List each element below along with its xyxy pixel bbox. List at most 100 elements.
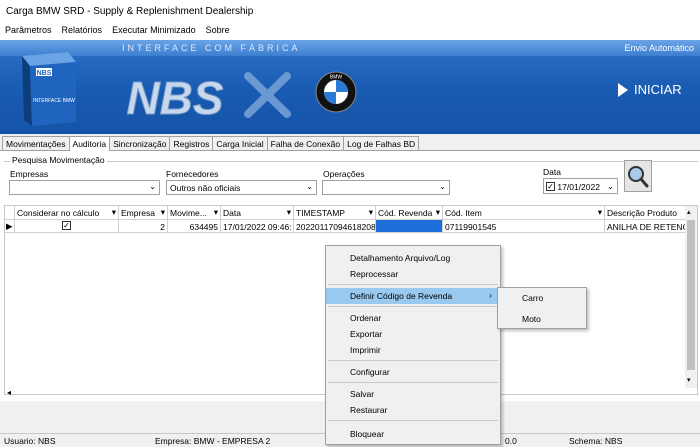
menu-item-label: Definir Código de Revenda: [350, 291, 453, 301]
col-cod-item[interactable]: Cód. Item ▾: [443, 206, 605, 220]
filter-arrow-icon[interactable]: ▾: [369, 207, 373, 218]
cell-timestamp[interactable]: 20220117094618208: [294, 220, 376, 233]
menu-separator: [328, 284, 498, 285]
tab-movimentacoes[interactable]: Movimentações: [2, 136, 70, 150]
filter-arrow-icon[interactable]: ▾: [287, 207, 291, 218]
data-checkbox[interactable]: ✓: [546, 182, 555, 192]
bmw-logo: BMW: [315, 71, 357, 113]
cell-empresa[interactable]: 2: [119, 220, 168, 233]
chevron-down-icon: ⌄: [606, 181, 614, 191]
col-label: Movime...: [170, 208, 207, 218]
box-sub-text: INTERFACE BMW: [33, 98, 75, 104]
nbs-logo-text: NBS: [126, 72, 223, 120]
considerar-checkbox[interactable]: ✓: [15, 220, 119, 233]
tab-auditoria[interactable]: Auditoria: [68, 136, 111, 151]
menu-executar-minimizado[interactable]: Executar Minimizado: [112, 25, 196, 40]
tab-carga-inicial[interactable]: Carga Inicial: [212, 136, 268, 150]
x-icon: [244, 72, 291, 118]
tab-falha-conexao[interactable]: Falha de Conexão: [266, 136, 345, 150]
row-pointer-icon: ▶: [5, 220, 15, 233]
scroll-down-icon[interactable]: ▾: [687, 376, 691, 384]
col-label: Cód. Revenda: [378, 208, 433, 218]
tab-log-falhas-bd[interactable]: Log de Falhas BD: [343, 136, 420, 150]
grid-header: Considerar no cálculo ▾ Empresa ▾ Movime..…: [5, 206, 685, 220]
col-data[interactable]: Data ▾: [221, 206, 294, 220]
col-empresa[interactable]: Empresa ▾: [119, 206, 168, 220]
table-row[interactable]: ▶ ✓ 2 634495 17/01/2022 09:46: 202201170…: [5, 220, 685, 233]
status-empresa: Empresa: BMW - EMPRESA 2: [155, 436, 271, 446]
menu-bar: Parâmetros Relatórios Executar Minimizad…: [0, 22, 700, 40]
tab-registros[interactable]: Registros: [169, 136, 214, 150]
menu-item-detalhamento[interactable]: Detalhamento Arquivo/Log: [326, 250, 500, 266]
col-considerar[interactable]: Considerar no cálculo ▾: [15, 206, 119, 220]
filter-arrow-icon[interactable]: ▾: [161, 207, 165, 218]
cell-descricao[interactable]: ANILHA DE RETENC: [605, 220, 685, 233]
cell-cod-revenda[interactable]: [376, 220, 443, 233]
menu-relatorios[interactable]: Relatórios: [62, 25, 103, 40]
col-timestamp[interactable]: TIMESTAMP ▾: [294, 206, 376, 220]
menu-parametros[interactable]: Parâmetros: [5, 25, 52, 40]
filter-arrow-icon[interactable]: ▾: [598, 207, 602, 218]
col-descricao[interactable]: Descrição Produto: [605, 206, 685, 220]
menu-item-restaurar[interactable]: Restaurar: [326, 402, 500, 418]
pesquisa-label: Pesquisa Movimentação: [10, 155, 107, 165]
col-label: Descrição Produto: [607, 208, 677, 218]
submenu-item-carro[interactable]: Carro: [498, 290, 586, 306]
vertical-scroll-thumb[interactable]: [687, 220, 695, 370]
scroll-left-icon[interactable]: ◂: [7, 388, 11, 397]
data-picker[interactable]: ✓ 17/01/2022 ⌄: [543, 178, 618, 194]
menu-sobre[interactable]: Sobre: [206, 25, 230, 40]
menu-item-definir-codigo-revenda[interactable]: Definir Código de Revenda ›: [326, 288, 500, 304]
search-button[interactable]: [624, 160, 652, 192]
scroll-up-icon[interactable]: ▴: [687, 208, 691, 216]
chevron-down-icon: ⌄: [149, 182, 156, 191]
filter-arrow-icon[interactable]: ▾: [112, 207, 116, 218]
filter-arrow-icon[interactable]: ▾: [214, 207, 218, 218]
menu-separator: [328, 382, 498, 383]
fornecedores-value: Outros não oficiais: [170, 183, 241, 193]
operacoes-label: Operações: [323, 169, 365, 179]
banner-stripe: [0, 40, 700, 56]
cell-movimento[interactable]: 634495: [168, 220, 221, 233]
cell-data[interactable]: 17/01/2022 09:46:: [221, 220, 294, 233]
menu-item-imprimir[interactable]: Imprimir: [326, 342, 500, 358]
col-label: Data: [223, 208, 241, 218]
play-icon: [618, 82, 628, 97]
tab-bar: Movimentações Auditoria Sincronização Re…: [0, 136, 700, 151]
menu-item-bloquear[interactable]: Bloquear: [326, 426, 500, 442]
context-menu: Detalhamento Arquivo/Log Reprocessar Def…: [325, 245, 501, 445]
menu-separator: [328, 306, 498, 307]
col-movimento[interactable]: Movime... ▾: [168, 206, 221, 220]
col-label: TIMESTAMP: [296, 208, 345, 218]
fornecedores-select[interactable]: Outros não oficiais ⌄: [166, 180, 317, 195]
menu-item-configurar[interactable]: Configurar: [326, 364, 500, 380]
vertical-scrollbar[interactable]: ▴ ▾: [685, 206, 697, 388]
filter-arrow-icon[interactable]: ▾: [436, 207, 440, 218]
revenda-submenu: Carro Moto: [497, 287, 587, 329]
empresas-label: Empresas: [10, 169, 49, 179]
submenu-item-moto[interactable]: Moto: [498, 311, 586, 327]
banner: INTERFACE COM FÁBRICA Envio Automático N…: [0, 40, 700, 134]
menu-item-exportar[interactable]: Exportar: [326, 326, 500, 342]
row-indicator-header: [5, 206, 15, 220]
bmw-logo-text: BMW: [330, 75, 343, 81]
fornecedores-label: Fornecedores: [166, 169, 219, 179]
menu-item-reprocessar[interactable]: Reprocessar: [326, 266, 500, 282]
menu-item-ordenar[interactable]: Ordenar: [326, 310, 500, 326]
window-title: Carga BMW SRD - Supply & Replenishment D…: [0, 0, 700, 22]
chevron-right-icon: ›: [489, 290, 492, 300]
tab-sincronizacao[interactable]: Sincronização: [109, 136, 171, 150]
data-value: 17/01/2022: [557, 181, 600, 192]
data-label: Data: [543, 167, 561, 177]
envio-automatico-label: Envio Automático: [624, 43, 694, 53]
nbs-box-logo: NBS INTERFACE BMW: [22, 52, 76, 126]
chevron-down-icon: ⌄: [439, 182, 446, 191]
chevron-down-icon: ⌄: [306, 182, 313, 191]
iniciar-button[interactable]: INICIAR: [618, 82, 682, 97]
col-cod-revenda[interactable]: Cód. Revenda ▾: [376, 206, 443, 220]
menu-item-salvar[interactable]: Salvar: [326, 386, 500, 402]
iniciar-label: INICIAR: [634, 82, 682, 97]
empresas-select[interactable]: ⌄: [9, 180, 160, 195]
cell-cod-item[interactable]: 07119901545: [443, 220, 605, 233]
operacoes-select[interactable]: ⌄: [322, 180, 450, 195]
